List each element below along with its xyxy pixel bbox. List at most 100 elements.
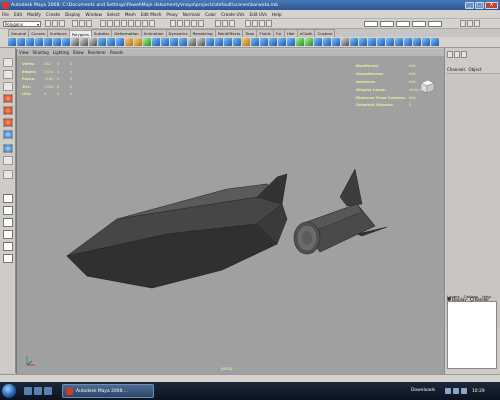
tab-painteffects[interactable]: PaintEffects [214, 29, 244, 37]
select-component-icon[interactable] [86, 20, 92, 27]
viewport-menu-shading[interactable]: Shading [33, 50, 49, 55]
layer-editor-toggle-icon[interactable] [454, 51, 460, 58]
menu-help-layers[interactable]: Help [482, 294, 491, 299]
shelf-tool-icon[interactable] [206, 38, 214, 46]
taskbar-maya-button[interactable]: Autodesk Maya 2008:... [62, 384, 154, 398]
viewport-menu-panels[interactable]: Panels [110, 50, 123, 55]
shelf-tool-icon[interactable] [44, 38, 52, 46]
channel-box-icon[interactable] [474, 20, 480, 27]
snap-grid-icon[interactable] [170, 20, 176, 27]
tab-deformation[interactable]: Deformation [111, 29, 142, 37]
input-field-3[interactable] [396, 21, 410, 27]
shelf-tool-icon[interactable] [8, 38, 16, 46]
shelf-tool-icon[interactable] [296, 38, 304, 46]
persp-viewport[interactable]: View Shading Lighting Show Renderer Pane… [16, 49, 445, 374]
menu-help[interactable]: Help [272, 12, 282, 17]
shelf-tool-icon[interactable] [35, 38, 43, 46]
tab-rendering[interactable]: Rendering [189, 29, 216, 37]
menu-modify[interactable]: Modify [27, 12, 41, 17]
shelf-tool-icon[interactable] [269, 38, 277, 46]
menu-edit-uvs[interactable]: Edit UVs [249, 12, 267, 17]
shelf-tool-icon[interactable] [224, 38, 232, 46]
render-settings-icon[interactable] [266, 20, 272, 27]
snap-point-icon[interactable] [184, 20, 190, 27]
last-tool-icon[interactable] [3, 170, 13, 179]
snap-view-plane-icon[interactable] [191, 20, 197, 27]
viewport-menu-show[interactable]: Show [73, 50, 84, 55]
shelf-tool-icon[interactable] [323, 38, 331, 46]
spaceship-model[interactable] [57, 164, 387, 289]
viewport-menu-renderer[interactable]: Renderer [88, 50, 106, 55]
minimize-button[interactable]: _ [465, 1, 474, 9]
graph-persp-layout-icon[interactable] [3, 242, 13, 251]
scale-tool-icon[interactable] [3, 118, 13, 127]
mask-misc-icon[interactable] [149, 20, 155, 27]
close-button[interactable]: X [485, 1, 498, 9]
menu-file[interactable]: File [2, 12, 9, 17]
mask-handles-icon[interactable] [100, 20, 106, 27]
shelf-tool-icon[interactable] [287, 38, 295, 46]
output-ops-icon[interactable] [222, 20, 228, 27]
soft-mod-tool-icon[interactable] [3, 144, 13, 153]
downloads-toolbar-label[interactable]: Downloads [411, 388, 435, 393]
menu-create-uvs[interactable]: Create UVs [221, 12, 244, 17]
mask-deformers-icon[interactable] [128, 20, 134, 27]
tab-ncloth[interactable]: nCloth [296, 29, 316, 37]
shelf-tool-icon[interactable] [359, 38, 367, 46]
shelf-tool-icon[interactable] [314, 38, 322, 46]
input-field-1[interactable] [364, 21, 378, 27]
new-scene-icon[interactable] [45, 20, 51, 27]
outliner-persp-layout-icon[interactable] [3, 230, 13, 239]
shelf-tool-icon[interactable] [89, 38, 97, 46]
shelf-tool-icon[interactable] [80, 38, 88, 46]
shelf-tool-icon[interactable] [170, 38, 178, 46]
shelf-menu-arrows[interactable] [0, 29, 8, 37]
shelf-tool-icon[interactable] [17, 38, 25, 46]
render-current-icon[interactable] [252, 20, 258, 27]
four-pane-layout-icon[interactable] [3, 206, 13, 215]
tool-settings-icon[interactable] [467, 20, 473, 27]
menu-mesh[interactable]: Mesh [125, 12, 136, 17]
shelf-tool-icon[interactable] [107, 38, 115, 46]
paint-select-tool-icon[interactable] [3, 82, 13, 91]
construction-history-icon[interactable] [229, 20, 235, 27]
volume-icon[interactable] [453, 388, 459, 394]
maximize-button[interactable]: □ [475, 1, 484, 9]
mask-curves-icon[interactable] [114, 20, 120, 27]
shelf-tool-icon[interactable] [161, 38, 169, 46]
shelf-tool-icon[interactable] [278, 38, 286, 46]
view-cube-icon[interactable] [418, 77, 436, 95]
tab-fluids[interactable]: Fluids [256, 29, 274, 37]
tab-custom[interactable]: Custom [314, 29, 336, 37]
tab-hair[interactable]: Hair [283, 29, 298, 37]
single-pane-layout-icon[interactable] [3, 194, 13, 203]
menu-edit-mesh[interactable]: Edit Mesh [141, 12, 161, 17]
shelf-tool-icon[interactable] [188, 38, 196, 46]
shelf-tool-icon[interactable] [305, 38, 313, 46]
channel-box-toggle-icon[interactable] [447, 51, 453, 58]
input-field-2[interactable] [380, 21, 394, 27]
menu-normals[interactable]: Normals [183, 12, 200, 17]
input-ops-icon[interactable] [215, 20, 221, 27]
shelf-tool-icon[interactable] [179, 38, 187, 46]
menu-channels[interactable]: Channels [447, 67, 466, 72]
lasso-tool-icon[interactable] [3, 70, 13, 79]
select-hierarchy-icon[interactable] [72, 20, 78, 27]
shelf-tool-icon[interactable] [350, 38, 358, 46]
menu-display[interactable]: Display [65, 12, 80, 17]
shelf-tool-icon[interactable] [98, 38, 106, 46]
ipr-render-icon[interactable] [259, 20, 265, 27]
mode-selector[interactable]: Polygons ▾ [3, 20, 41, 27]
explorer-icon[interactable] [44, 387, 52, 395]
input-field-4[interactable] [412, 21, 426, 27]
show-desktop-icon[interactable] [24, 387, 32, 395]
shelf-tool-icon[interactable] [431, 38, 439, 46]
shelf-tool-icon[interactable] [233, 38, 241, 46]
tab-animation[interactable]: Animation [140, 29, 167, 37]
shelf-tool-icon[interactable] [341, 38, 349, 46]
shelf-tool-icon[interactable] [134, 38, 142, 46]
mask-surfaces-icon[interactable] [121, 20, 127, 27]
attribute-toggle-icon[interactable] [461, 51, 467, 58]
shelf-tool-icon[interactable] [116, 38, 124, 46]
viewport-menu-lighting[interactable]: Lighting [53, 50, 69, 55]
